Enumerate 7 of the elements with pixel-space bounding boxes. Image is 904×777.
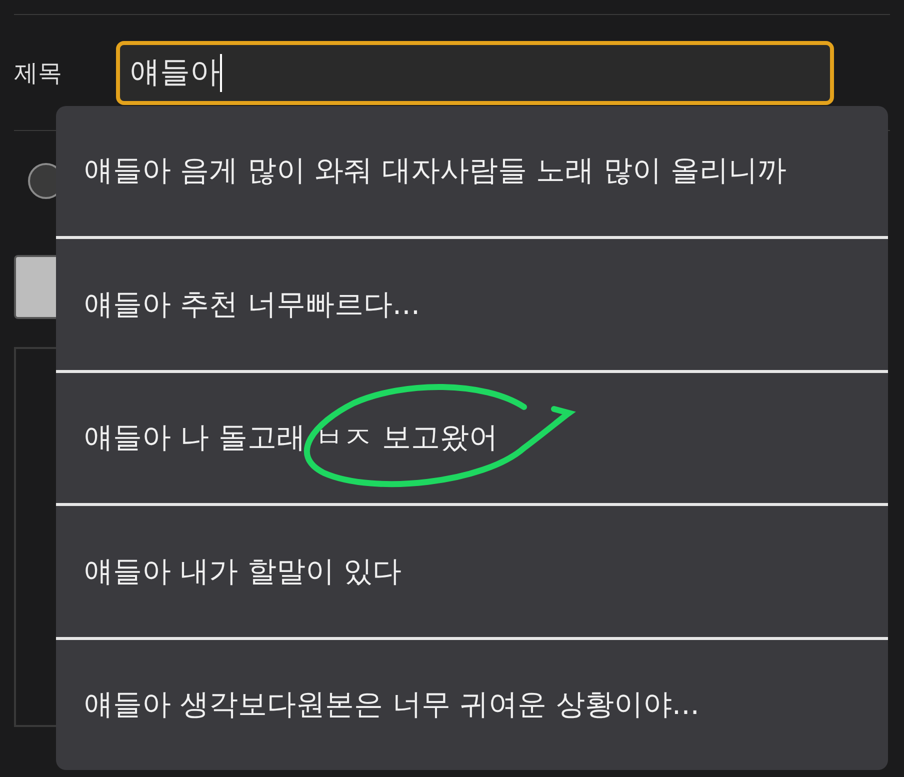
- suggestion-item[interactable]: 얘들아 추천 너무빠르다...: [84, 282, 420, 326]
- title-input-field[interactable]: 얘들아: [116, 40, 834, 104]
- suggestion-item[interactable]: 얘들아 생각보다원본은 너무 귀여운 상황이야...: [84, 683, 700, 727]
- field-value: 얘들아: [130, 54, 220, 92]
- field-label: 제목: [14, 58, 63, 88]
- suggestion-item[interactable]: 얘들아 음게 많이 와줘 대자사람들 노래 많이 올리니까: [84, 149, 787, 193]
- suggestion-item[interactable]: 얘들아 내가 할말이 있다: [84, 550, 402, 594]
